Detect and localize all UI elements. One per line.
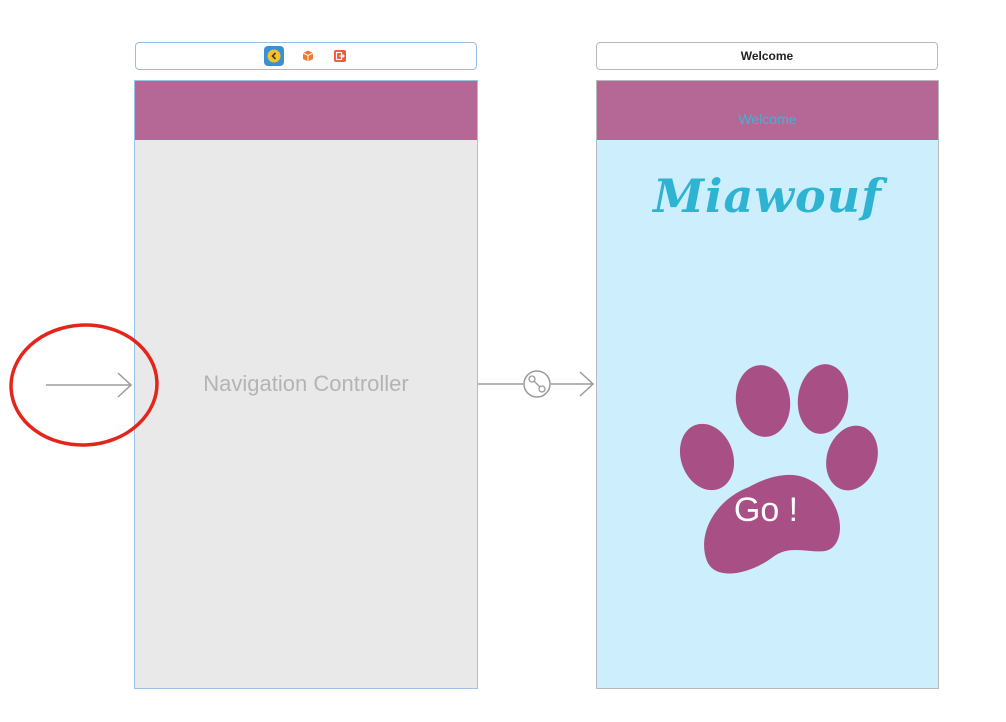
initial-view-controller-arrow-icon[interactable] bbox=[46, 372, 133, 398]
segue-relationship-icon[interactable] bbox=[523, 370, 551, 398]
